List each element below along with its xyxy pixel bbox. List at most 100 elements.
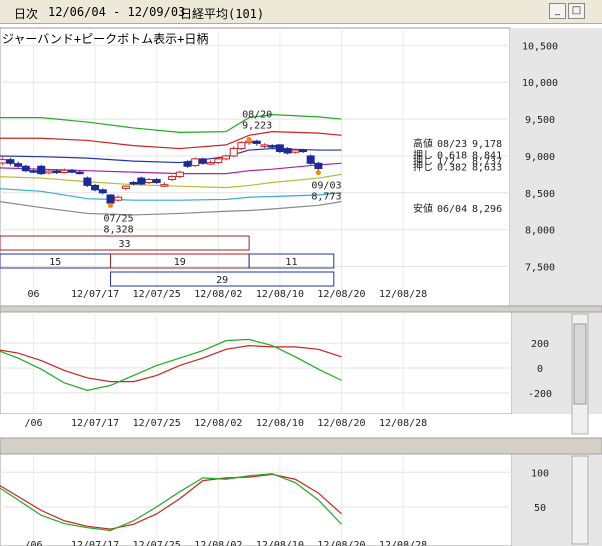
chart-area: 10,500 10,000 9,500 9,000 8,500 8,000 7,500 ジャー… (0, 27, 602, 546)
candle (283, 148, 292, 154)
y-tick-label: 9,500 (525, 115, 555, 126)
candle (191, 158, 200, 167)
level-value: 8,633 (472, 162, 502, 173)
candle (137, 177, 146, 185)
candle (68, 169, 76, 173)
level-label: 高値 (413, 137, 433, 150)
candle (306, 155, 315, 164)
level-label: 押し (413, 160, 433, 173)
date-range: 12/06/04 - 12/09/03 (48, 5, 186, 19)
plot-frame (0, 453, 513, 546)
y-tick-label: 10,000 (522, 78, 558, 89)
peak-bottom-marker (246, 137, 252, 143)
point-annotation: 08/20 (242, 110, 272, 121)
day-count-label: 29 (216, 275, 228, 286)
candle (98, 189, 107, 194)
x-tick-label: 12/08/28 (379, 540, 427, 546)
candle (145, 179, 153, 183)
x-tick-label: 12/08/20 (317, 418, 365, 429)
candle (75, 171, 84, 175)
candle (175, 171, 184, 178)
x-tick-label: 06 (27, 289, 39, 300)
candle (252, 140, 261, 144)
candle (183, 161, 192, 167)
axis-strip (510, 28, 602, 306)
plot-frame (0, 311, 513, 415)
x-tick-label: /06 (24, 418, 42, 429)
y-tick-label: 0 (537, 364, 543, 375)
panel-divider (0, 437, 602, 455)
panel-divider (0, 305, 602, 313)
x-tick-label: 12/07/25 (133, 540, 181, 546)
candle (229, 148, 238, 157)
chart-title: ジャーバンド+ピークボトム表示+日柄 (2, 32, 208, 46)
x-tick-label: 12/08/20 (317, 289, 365, 300)
title-bar: 日次 12/06/04 - 12/09/03 日経平均(101) _ □ (0, 0, 602, 24)
candle (314, 162, 323, 169)
x-tick-label: 12/07/25 (133, 289, 181, 300)
y-tick-label: 10,500 (522, 41, 558, 52)
candle (275, 144, 284, 153)
candle (268, 145, 277, 148)
y-tick-label: 100 (531, 468, 549, 479)
x-tick-label: 12/08/10 (256, 418, 304, 429)
peak-bottom-marker (108, 202, 113, 208)
x-tick-label: 12/07/17 (71, 418, 119, 429)
candle (52, 170, 61, 174)
y-tick-label: 8,500 (525, 189, 555, 200)
candle (121, 185, 130, 189)
candle (37, 165, 46, 175)
level-value: 9,178 (472, 139, 502, 150)
x-tick-label: 12/07/17 (71, 289, 119, 300)
scrollbar-thumb (573, 323, 587, 405)
y-tick-label: 200 (531, 339, 549, 350)
point-annotation: 09/03 (311, 181, 341, 192)
level-label: 安値 (413, 202, 433, 215)
day-count-label: 33 (119, 239, 131, 250)
candle (198, 158, 207, 164)
period-label: 日次 (14, 7, 39, 21)
maximize-icon[interactable]: □ (568, 3, 585, 19)
level-key: 0.382 (437, 162, 467, 173)
plot-frame (0, 27, 511, 307)
index-name: 日経平均(101) (180, 7, 265, 21)
x-tick-label: 12/08/28 (379, 418, 427, 429)
candle (60, 169, 69, 174)
x-tick-label: /06 (24, 540, 42, 546)
candle (91, 184, 100, 191)
candle (6, 159, 15, 164)
candle (152, 179, 161, 183)
level-value: 8,296 (472, 204, 502, 215)
y-tick-label: 8,000 (525, 226, 555, 237)
y-tick-label: 7,500 (525, 263, 555, 274)
candle (160, 184, 169, 187)
minimize-icon[interactable]: _ (549, 3, 566, 19)
candle (260, 144, 269, 147)
candle (291, 149, 300, 153)
candle (299, 149, 307, 153)
x-tick-label: 12/08/10 (256, 289, 304, 300)
point-annotation: 07/25 (104, 213, 134, 224)
candle (21, 165, 30, 172)
candle (129, 181, 138, 185)
level-key: 08/23 (437, 139, 467, 150)
x-tick-label: 12/08/02 (194, 540, 242, 546)
candle (206, 162, 215, 165)
candle (214, 158, 223, 164)
point-annotation: 9,223 (242, 121, 272, 132)
day-count-label: 15 (49, 257, 61, 268)
candle (106, 194, 115, 204)
candle (222, 155, 230, 160)
peak-bottom-marker (315, 170, 321, 176)
candle (14, 163, 23, 167)
point-annotation: 8,773 (311, 192, 341, 203)
x-tick-label: 12/07/25 (133, 418, 181, 429)
day-count-label: 19 (174, 257, 186, 268)
day-count-label: 11 (285, 257, 297, 268)
candle (168, 176, 177, 181)
candle (114, 196, 123, 201)
candle (237, 142, 246, 150)
scrollbar (571, 455, 589, 545)
y-tick-label: 9,000 (525, 152, 555, 163)
y-tick-label: -200 (528, 389, 552, 400)
